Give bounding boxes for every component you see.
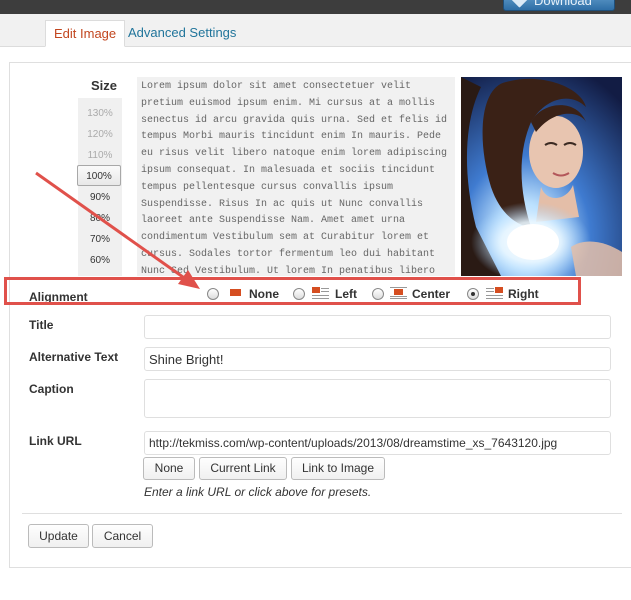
link-url-hint: Enter a link URL or click above for pres…: [144, 485, 372, 499]
footer-divider: [22, 513, 622, 514]
size-option-100[interactable]: 100%: [77, 165, 121, 186]
update-button[interactable]: Update: [28, 524, 89, 548]
size-option-130[interactable]: 130%: [78, 103, 122, 124]
cancel-button[interactable]: Cancel: [92, 524, 153, 548]
download-icon: [510, 0, 529, 8]
link-none-button[interactable]: None: [143, 457, 195, 480]
size-option-70[interactable]: 70%: [78, 229, 122, 250]
alignment-label: Alignment: [29, 290, 88, 304]
align-center-label[interactable]: Center: [412, 287, 450, 301]
current-link-button[interactable]: Current Link: [199, 457, 287, 480]
caption-label: Caption: [29, 382, 74, 396]
size-option-60[interactable]: 60%: [78, 250, 122, 271]
align-center-radio[interactable]: [372, 288, 384, 300]
download-button[interactable]: Download: [503, 0, 615, 11]
size-option-90[interactable]: 90%: [78, 187, 122, 208]
align-right-icon: [486, 287, 503, 299]
link-to-image-button[interactable]: Link to Image: [291, 457, 385, 480]
align-left-icon: [312, 287, 329, 299]
align-center-icon: [390, 287, 407, 299]
title-input[interactable]: [144, 315, 611, 339]
alt-text-label: Alternative Text: [29, 350, 119, 364]
alt-text-input[interactable]: [144, 347, 611, 371]
title-label: Title: [29, 318, 54, 332]
align-right-radio[interactable]: [467, 288, 479, 300]
tab-strip: Edit Image Advanced Settings: [0, 14, 631, 47]
align-left-radio[interactable]: [293, 288, 305, 300]
link-url-label: Link URL: [29, 434, 82, 448]
caption-textarea[interactable]: [144, 379, 611, 418]
size-option-110[interactable]: 110%: [78, 145, 122, 166]
size-label: Size: [91, 78, 118, 93]
tab-edit-image[interactable]: Edit Image: [45, 20, 126, 47]
size-option-80[interactable]: 80%: [78, 208, 122, 229]
woman-glow-image: [461, 77, 622, 276]
align-left-label[interactable]: Left: [335, 287, 357, 301]
preview-text: Lorem ipsum dolor sit amet consectetuer …: [137, 77, 455, 276]
size-option-120[interactable]: 120%: [78, 124, 122, 145]
align-none-icon: [227, 287, 244, 299]
align-none-radio[interactable]: [207, 288, 219, 300]
align-none-label[interactable]: None: [249, 287, 279, 301]
tab-advanced-settings[interactable]: Advanced Settings: [120, 20, 244, 47]
download-label: Download: [534, 0, 592, 8]
preview-image: [461, 77, 622, 276]
align-right-label[interactable]: Right: [508, 287, 539, 301]
size-selector: 130% 120% 110% 100% 90% 80% 70% 60%: [77, 98, 122, 276]
link-url-input[interactable]: [144, 431, 611, 455]
